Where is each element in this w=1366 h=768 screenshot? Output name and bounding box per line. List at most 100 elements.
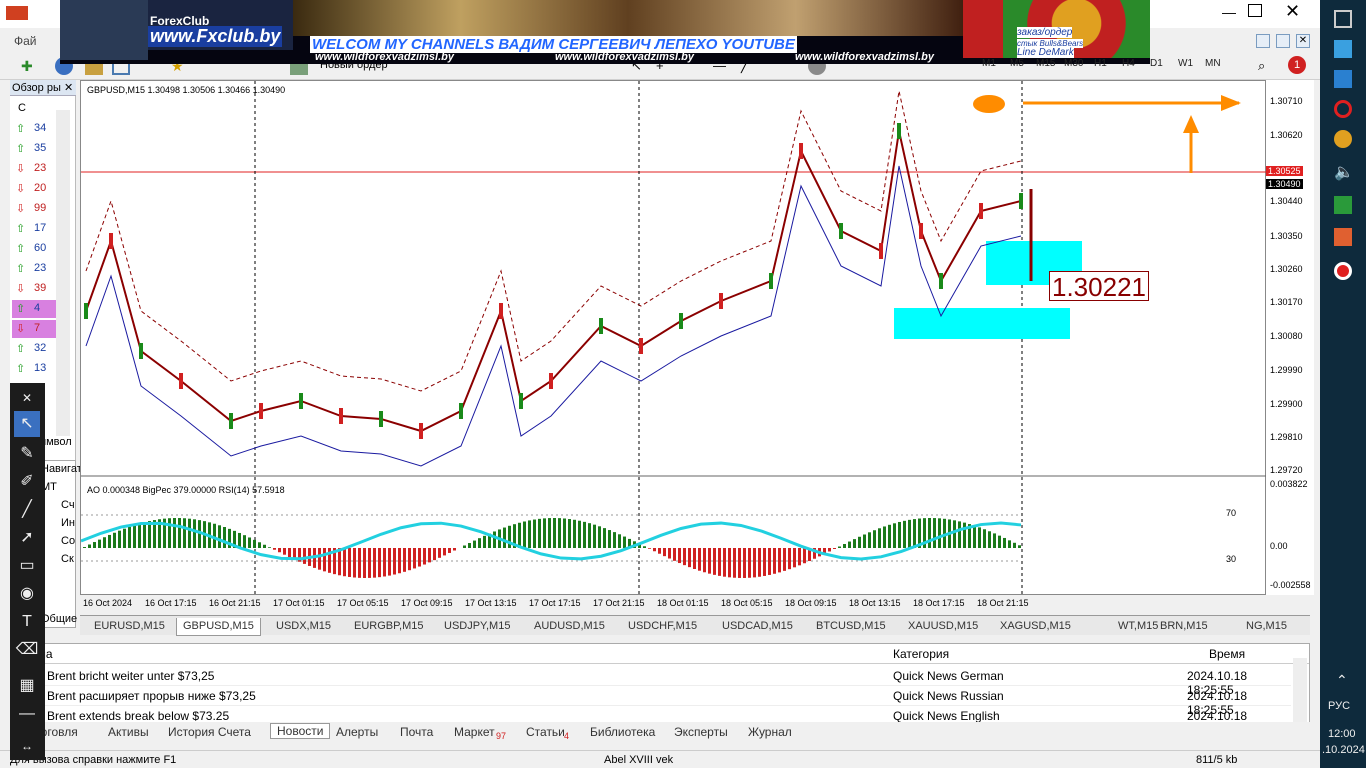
time-tick: 18 Oct 05:15 bbox=[721, 598, 773, 608]
timeframe-h1[interactable]: H1 bbox=[1094, 58, 1107, 69]
timeframe-d1[interactable]: D1 bbox=[1150, 58, 1163, 69]
panel-close-icon[interactable]: ✕ bbox=[64, 81, 73, 94]
chrome-icon[interactable] bbox=[1334, 130, 1352, 148]
news-scrollbar[interactable] bbox=[1293, 658, 1307, 722]
list-item[interactable]: ⇧ 34 bbox=[12, 120, 56, 138]
list-item[interactable]: ⇧ 35 bbox=[12, 140, 56, 158]
scrollbar[interactable] bbox=[56, 110, 70, 440]
close-icon[interactable]: ✕ bbox=[1285, 1, 1300, 22]
chart-tab[interactable]: GBPUSD,M15 bbox=[176, 618, 261, 636]
chart-tab[interactable]: BTCUSD,M15 bbox=[810, 618, 892, 636]
terminal-tab[interactable]: Журнал bbox=[748, 725, 792, 739]
terminal-tab[interactable]: Библиотека bbox=[590, 725, 655, 739]
list-item[interactable]: ⇧ 4 bbox=[12, 300, 56, 318]
ao-bar bbox=[588, 523, 591, 548]
table-row[interactable]: Brent bricht weiter unter $73,25 Quick Ne… bbox=[11, 666, 1291, 697]
timeframe-mn[interactable]: MN bbox=[1205, 58, 1221, 69]
list-item[interactable]: ⇩ 23 bbox=[12, 160, 56, 178]
timeframe-h4[interactable]: H4 bbox=[1122, 58, 1135, 69]
chart-tab[interactable]: EURUSD,M15 bbox=[88, 618, 171, 636]
list-item[interactable]: ⇧ 17 bbox=[12, 220, 56, 238]
explorer-icon[interactable] bbox=[1334, 40, 1352, 58]
time-tick: 18 Oct 01:15 bbox=[657, 598, 709, 608]
candle bbox=[139, 343, 143, 359]
opera-icon[interactable] bbox=[1334, 100, 1352, 118]
calc-icon[interactable] bbox=[1334, 196, 1352, 214]
search-icon[interactable]: ⌕ bbox=[1258, 58, 1265, 74]
chart-tab[interactable]: EURGBP,M15 bbox=[348, 618, 430, 636]
timeframe-w1[interactable]: W1 bbox=[1178, 58, 1193, 69]
terminal-tab[interactable]: Маркет bbox=[454, 725, 495, 739]
terminal-tab[interactable]: Почта bbox=[400, 725, 433, 739]
mdi-close-icon[interactable]: ✕ bbox=[1296, 34, 1310, 48]
list-item[interactable]: ⇩ 99 bbox=[12, 200, 56, 218]
status-bar: Для вызова справки нажмите F1 Abel XVIII… bbox=[0, 750, 1320, 768]
speaker-icon[interactable]: 🔈 bbox=[1334, 162, 1354, 182]
text-tool-icon[interactable]: T bbox=[14, 609, 40, 635]
chart-tab[interactable]: USDCHF,M15 bbox=[622, 618, 703, 636]
minimize-icon[interactable]: — bbox=[1222, 4, 1236, 20]
timeframe-m5[interactable]: M5 bbox=[1010, 58, 1024, 69]
list-item[interactable]: ⇩ 20 bbox=[12, 180, 56, 198]
indicator-header: AO 0.000348 BigPec 379.00000 RSI(14) 57.… bbox=[87, 485, 285, 495]
list-item[interactable]: ⇧ 60 bbox=[12, 240, 56, 258]
timeframe-m15[interactable]: M15 bbox=[1036, 58, 1055, 69]
app-icon[interactable] bbox=[1334, 228, 1352, 246]
pencil-tool-icon[interactable]: ✎ bbox=[14, 441, 40, 467]
ao-bar bbox=[418, 548, 421, 567]
chart-tab[interactable]: AUDUSD,M15 bbox=[528, 618, 611, 636]
chart-canvas[interactable] bbox=[81, 81, 1267, 596]
language-indicator[interactable]: РУС bbox=[1328, 700, 1350, 712]
maximize-icon[interactable] bbox=[1248, 4, 1262, 17]
timeframe-m1[interactable]: M1 bbox=[982, 58, 996, 69]
menu-file[interactable]: Фай bbox=[14, 34, 37, 48]
chart-tab[interactable]: NG,M15 bbox=[1240, 618, 1293, 636]
line-tool-icon[interactable]: ╱ bbox=[14, 497, 40, 523]
terminal-tab[interactable]: История Счета bbox=[168, 725, 251, 739]
chart-tab[interactable]: USDX,M15 bbox=[270, 618, 337, 636]
mdi-restore-icon[interactable] bbox=[1276, 34, 1290, 48]
price-ma-line bbox=[85, 130, 1022, 433]
tray-up-icon[interactable]: ⌃ bbox=[1336, 672, 1348, 689]
drawbar-close-icon[interactable]: ✕ bbox=[14, 385, 40, 411]
list-item[interactable]: ⇩ 39 bbox=[12, 280, 56, 298]
terminal-tab[interactable]: Эксперты bbox=[674, 725, 728, 739]
price-chart[interactable]: GBPUSD,M15 1.30498 1.30506 1.30466 1.304… bbox=[80, 80, 1267, 608]
chart-tab[interactable]: XAGUSD,M15 bbox=[994, 618, 1077, 636]
clock-time[interactable]: 12:00 bbox=[1328, 728, 1356, 740]
terminal-tab[interactable]: Активы bbox=[108, 725, 149, 739]
mdi-minimize-icon[interactable] bbox=[1256, 34, 1270, 48]
chart-tab[interactable]: USDJPY,M15 bbox=[438, 618, 516, 636]
alert-badge[interactable]: 1 bbox=[1288, 56, 1306, 74]
terminal-tab[interactable]: Алерты bbox=[336, 725, 378, 739]
chart-tab[interactable]: XAUUSD,M15 bbox=[902, 618, 984, 636]
opacity-tool-icon[interactable]: ▦ bbox=[14, 673, 40, 699]
list-item[interactable]: ⇧ 23 bbox=[12, 260, 56, 278]
rectangle-tool-icon[interactable]: ▭ bbox=[14, 553, 40, 579]
window-icon[interactable] bbox=[1334, 10, 1352, 28]
chart-tab[interactable]: BRN,M15 bbox=[1154, 618, 1214, 636]
list-item[interactable]: ⇧ 32 bbox=[12, 340, 56, 358]
new-chart-icon[interactable]: ✚ bbox=[20, 57, 38, 75]
list-item[interactable]: ⇧ 13 bbox=[12, 360, 56, 378]
list-item[interactable]: ⇩ 7 bbox=[12, 320, 56, 338]
clock-date[interactable]: .10.2024 bbox=[1322, 744, 1365, 756]
line-width-icon[interactable]: — bbox=[14, 701, 40, 727]
arrow-tool-icon[interactable]: ➚ bbox=[14, 525, 40, 551]
palette-tool-icon[interactable]: ◉ bbox=[14, 581, 40, 607]
arrow-up-icon: ⇧ bbox=[16, 343, 26, 355]
table-row[interactable]: Brent расширяет прорыв ниже $73,25 Quick … bbox=[11, 686, 1291, 717]
outlook-icon[interactable] bbox=[1334, 70, 1352, 88]
drawing-toolbar: ✕ ↖ ✎ ✐ ╱ ➚ ▭ ◉ T ⌫ ▦ — ↔ bbox=[10, 383, 45, 760]
cursor-tool-icon[interactable]: ↖ bbox=[14, 411, 40, 437]
timeframe-m30[interactable]: M30 bbox=[1064, 58, 1083, 69]
marker-tool-icon[interactable]: ✐ bbox=[14, 469, 40, 495]
eraser-tool-icon[interactable]: ⌫ bbox=[14, 637, 40, 663]
ao-bar bbox=[673, 548, 676, 561]
terminal-tab[interactable]: Новости bbox=[270, 723, 331, 739]
expand-icon[interactable]: ↔ bbox=[14, 733, 40, 759]
terminal-tab[interactable]: Статьи bbox=[526, 725, 565, 739]
record-icon[interactable] bbox=[1334, 262, 1352, 280]
chart-tab[interactable]: USDCAD,M15 bbox=[716, 618, 799, 636]
ao-bar bbox=[193, 519, 196, 548]
